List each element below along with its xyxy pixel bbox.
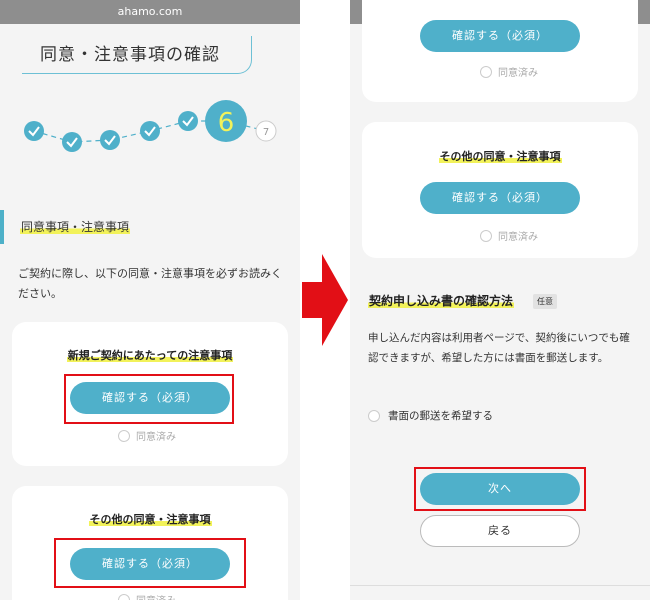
mail-option-radio-icon[interactable] bbox=[368, 409, 380, 422]
divider bbox=[350, 585, 650, 586]
optional-badge: 任意 bbox=[533, 294, 557, 309]
agree-radio-icon bbox=[480, 65, 492, 78]
agree-status: 同意済み bbox=[480, 64, 538, 79]
arrow-right-icon bbox=[302, 254, 348, 346]
page-title: 同意・注意事項の確認 bbox=[40, 45, 220, 65]
left-phone-screen: ahamo.com 同意・注意事項の確認 6 7 同意事項・注意事項 ご契約に際… bbox=[0, 0, 300, 600]
agree-label: 同意済み bbox=[136, 592, 176, 600]
agree-radio-icon bbox=[118, 593, 130, 600]
step-4-check-icon bbox=[140, 121, 160, 141]
back-button[interactable]: 戻る bbox=[420, 515, 580, 547]
step-indicator: 6 7 bbox=[0, 100, 300, 160]
card-title: その他の同意・注意事項 bbox=[88, 513, 212, 526]
mail-document-option[interactable]: 書面の郵送を希望する bbox=[368, 408, 493, 423]
agree-radio-icon bbox=[118, 429, 130, 442]
next-step-number: 7 bbox=[263, 127, 269, 138]
step-1-check-icon bbox=[24, 121, 44, 141]
document-method-description: 申し込んだ内容は利用者ページで、契約後にいつでも確認できますが、希望した方には書… bbox=[368, 332, 630, 364]
url-bar[interactable]: ahamo.com bbox=[0, 0, 300, 24]
agree-status: 同意済み bbox=[480, 228, 538, 243]
section-heading-text: 同意事項・注意事項 bbox=[20, 220, 131, 234]
section-accent-bar bbox=[0, 210, 4, 244]
card-title: 新規ご契約にあたっての注意事項 bbox=[66, 349, 234, 362]
agree-label: 同意済み bbox=[498, 232, 538, 243]
agree-status: 同意済み bbox=[118, 592, 176, 600]
annotation-highlight-box bbox=[54, 538, 246, 588]
section-heading: 同意事項・注意事項 bbox=[20, 218, 131, 235]
annotation-highlight-box bbox=[64, 374, 234, 424]
current-step-number: 6 bbox=[218, 108, 235, 138]
agree-status: 同意済み bbox=[118, 428, 176, 443]
card-title: その他の同意・注意事項 bbox=[438, 150, 562, 163]
notice-card-new-contract: 確認する（必須） 同意済み bbox=[362, 0, 638, 102]
confirm-required-button[interactable]: 確認する（必須） bbox=[420, 182, 580, 214]
agree-label: 同意済み bbox=[136, 432, 176, 443]
agree-radio-icon bbox=[480, 229, 492, 242]
step-3-check-icon bbox=[100, 130, 120, 150]
mail-option-label: 書面の郵送を希望する bbox=[388, 410, 493, 422]
confirm-required-button[interactable]: 確認する（必須） bbox=[420, 20, 580, 52]
step-2-check-icon bbox=[62, 132, 82, 152]
agree-label: 同意済み bbox=[498, 68, 538, 79]
annotation-highlight-box bbox=[414, 467, 586, 511]
document-method-heading: 契約申し込み書の確認方法 bbox=[368, 294, 515, 308]
intro-text: ご契約に際し、以下の同意・注意事項を必ずお読みください。 bbox=[18, 267, 282, 300]
notice-card-other: その他の同意・注意事項 確認する（必須） 同意済み bbox=[362, 122, 638, 258]
step-5-check-icon bbox=[178, 111, 198, 131]
